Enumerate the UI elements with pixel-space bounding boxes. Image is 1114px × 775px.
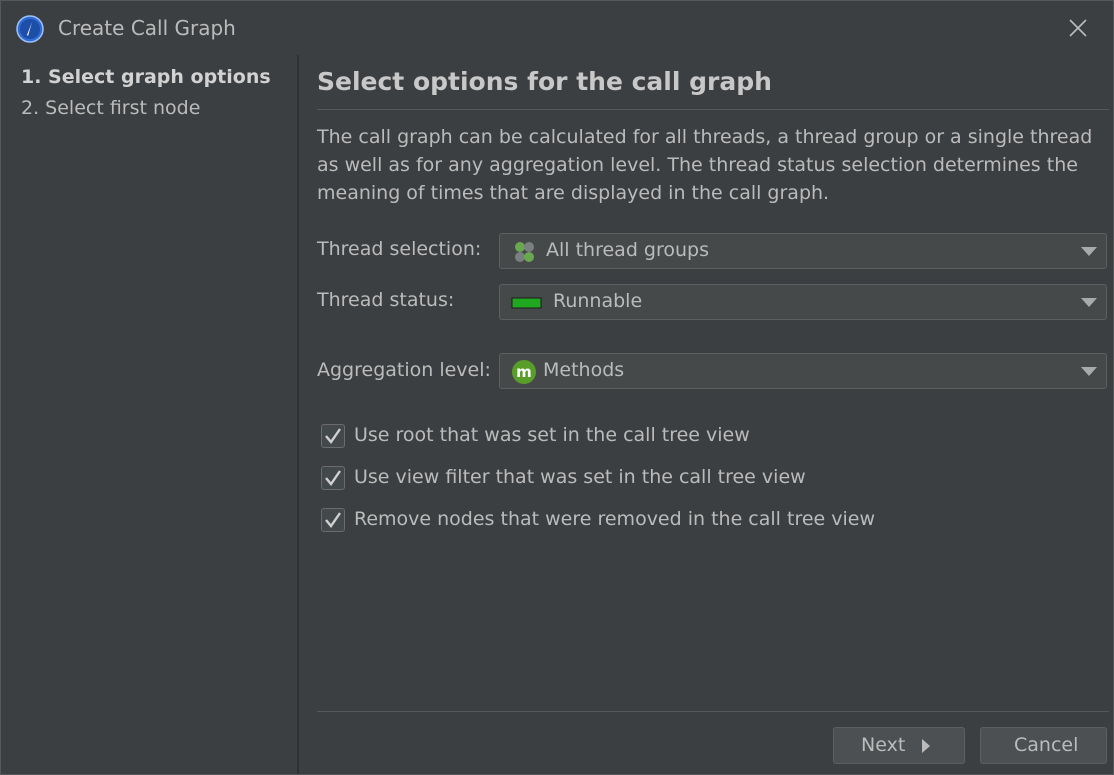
arrow-right-icon: [922, 739, 930, 753]
cancel-button[interactable]: Cancel: [980, 727, 1107, 764]
step-select-graph-options: 1. Select graph options: [21, 66, 271, 88]
methods-icon: m: [511, 360, 539, 384]
chevron-down-icon: [1081, 367, 1097, 376]
thread-selection-dropdown[interactable]: All thread groups: [499, 233, 1107, 269]
thread-status-value: Runnable: [553, 290, 643, 312]
thread-groups-icon: [511, 241, 539, 263]
chevron-down-icon: [1081, 247, 1097, 256]
thread-selection-label: Thread selection:: [317, 238, 482, 260]
step-select-first-node: 2. Select first node: [21, 97, 201, 119]
checkmark-icon: [325, 428, 341, 444]
checkmark-icon: [325, 512, 341, 528]
use-root-checkbox[interactable]: [321, 424, 345, 448]
title-bar: Create Call Graph: [1, 1, 1113, 55]
aggregation-level-dropdown[interactable]: m Methods: [499, 353, 1107, 389]
divider: [317, 109, 1109, 110]
thread-status-label: Thread status:: [317, 289, 455, 311]
close-icon[interactable]: [1061, 11, 1095, 45]
description-text: The call graph can be calculated for all…: [317, 126, 1093, 204]
create-call-graph-dialog: Create Call Graph 1. Select graph option…: [0, 0, 1114, 775]
cancel-button-label: Cancel: [1014, 734, 1079, 756]
page-title: Select options for the call graph: [317, 67, 772, 96]
thread-status-dropdown[interactable]: Runnable: [499, 284, 1107, 320]
use-view-filter-checkbox[interactable]: [321, 466, 345, 490]
aggregation-level-label: Aggregation level:: [317, 359, 491, 381]
remove-nodes-checkbox[interactable]: [321, 508, 345, 532]
use-view-filter-checkbox-label: Use view filter that was set in the call…: [354, 466, 806, 488]
next-button[interactable]: Next: [833, 727, 965, 764]
next-button-label: Next: [861, 734, 906, 756]
checkmark-icon: [325, 470, 341, 486]
chevron-down-icon: [1081, 298, 1097, 307]
aggregation-level-value: Methods: [543, 359, 625, 381]
runnable-status-icon: [511, 292, 542, 314]
main-panel: Select options for the call graph The ca…: [317, 55, 1109, 774]
svg-text:m: m: [516, 363, 532, 381]
window-title: Create Call Graph: [58, 16, 236, 40]
profiler-app-icon: [16, 15, 44, 43]
thread-selection-value: All thread groups: [546, 239, 709, 261]
wizard-steps: 1. Select graph options 2. Select first …: [1, 55, 298, 774]
divider: [317, 711, 1109, 712]
vertical-divider: [297, 55, 299, 774]
use-root-checkbox-label: Use root that was set in the call tree v…: [354, 424, 750, 446]
remove-nodes-checkbox-label: Remove nodes that were removed in the ca…: [354, 508, 876, 530]
